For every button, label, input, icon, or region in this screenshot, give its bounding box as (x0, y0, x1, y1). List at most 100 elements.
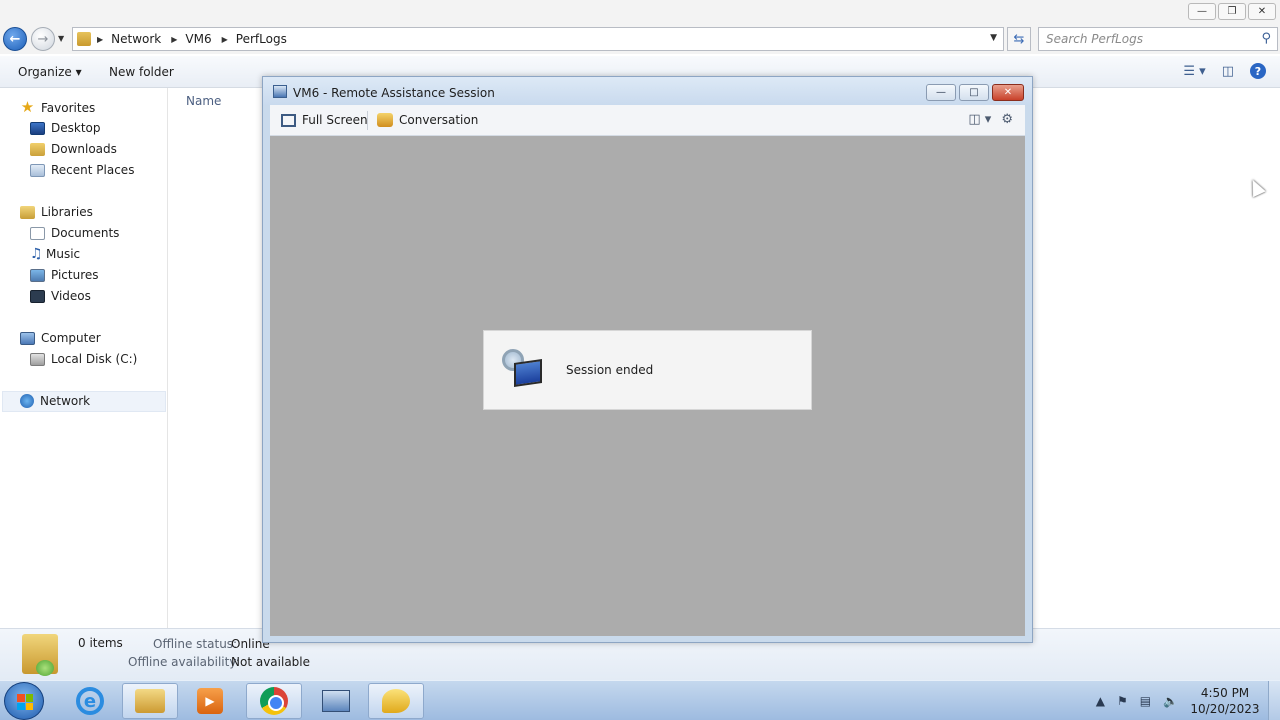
back-button[interactable]: ← (3, 27, 27, 51)
network-folder-icon (22, 634, 58, 676)
full-screen-button[interactable]: Full Screen (281, 113, 368, 127)
documents-icon (30, 226, 45, 240)
address-box[interactable]: ▶ Network ▶ VM6 ▶ PerfLogs ▼ (72, 27, 1004, 51)
nav-item-local-disk[interactable]: Local Disk (C:) (30, 352, 137, 366)
breadcrumb-perflogs[interactable]: PerfLogs (236, 32, 287, 46)
taskbar-remote-desktop[interactable] (308, 683, 364, 719)
taskbar-internet-explorer[interactable]: e (62, 683, 118, 719)
conversation-label: Conversation (399, 113, 479, 127)
pictures-icon (30, 268, 45, 282)
close-button[interactable]: ✕ (1248, 3, 1276, 20)
display-options-icon[interactable]: ◫ ▾ (968, 112, 991, 127)
preview-pane-icon[interactable]: ◫ (1222, 64, 1234, 79)
offline-availability-label: Offline availability: (128, 655, 240, 669)
nav-item-recent-places[interactable]: Recent Places (30, 163, 134, 177)
ra-maximize-button[interactable]: □ (959, 84, 989, 101)
remote-desktop-view[interactable]: Session ended (270, 136, 1025, 636)
restore-button[interactable]: ❐ (1218, 3, 1246, 20)
nav-network[interactable]: Network (20, 394, 90, 408)
forward-arrow-icon: → (37, 31, 49, 47)
nav-item-music[interactable]: ♫ Music (30, 245, 81, 262)
search-box[interactable]: ⚲ (1038, 27, 1278, 51)
nav-computer[interactable]: Computer (20, 331, 101, 345)
music-icon: ♫ (30, 245, 43, 262)
ra-close-button[interactable]: ✕ (992, 84, 1024, 101)
network-status-icon[interactable]: ▤ (1140, 694, 1151, 708)
ra-toolbar: Full Screen Conversation ◫ ▾ ⚙ (270, 105, 1025, 136)
taskbar-chrome[interactable] (246, 683, 302, 719)
ra-toolbar-right: ◫ ▾ ⚙ (968, 112, 1013, 127)
remote-assistance-session-icon (502, 349, 544, 391)
libraries-icon (20, 205, 35, 219)
folder-icon (135, 689, 165, 713)
nav-item-label: Documents (51, 226, 120, 240)
breadcrumb-network[interactable]: Network (111, 32, 161, 46)
taskbar-remote-assistance[interactable] (368, 683, 424, 719)
conversation-button[interactable]: Conversation (377, 113, 478, 127)
chevron-right-icon[interactable]: ▶ (97, 35, 103, 44)
chevron-right-icon[interactable]: ▶ (222, 35, 228, 44)
forward-button[interactable]: → (31, 27, 55, 51)
nav-item-label: Music (46, 247, 81, 261)
remote-assistance-icon (273, 85, 287, 98)
folder-icon (77, 32, 91, 46)
full-screen-icon (281, 113, 296, 127)
explorer-titlebar: — ❐ ✕ (0, 0, 1280, 24)
show-hidden-icons-icon[interactable]: ▲ (1096, 694, 1105, 708)
taskbar-media-player[interactable]: ▶ (182, 683, 238, 719)
search-input[interactable] (1046, 32, 1246, 46)
refresh-button[interactable]: ⇆ (1007, 27, 1031, 51)
start-button[interactable] (4, 682, 44, 720)
computer-icon (20, 331, 35, 345)
organize-menu[interactable]: Organize ▾ (18, 65, 82, 79)
nav-item-desktop[interactable]: Desktop (30, 121, 101, 135)
recent-pages-dropdown[interactable]: ▼ (58, 34, 64, 43)
nav-favorites[interactable]: ★ Favorites (20, 100, 95, 115)
refresh-icon: ⇆ (1013, 31, 1025, 47)
action-center-icon[interactable]: ⚑ (1117, 694, 1128, 708)
toolbar-divider (367, 111, 368, 130)
nav-computer-label: Computer (41, 331, 101, 345)
chevron-right-icon[interactable]: ▶ (171, 35, 177, 44)
ra-minimize-button[interactable]: — (926, 84, 956, 101)
minimize-button[interactable]: — (1188, 3, 1216, 20)
nav-libraries[interactable]: Libraries (20, 205, 93, 219)
full-screen-label: Full Screen (302, 113, 368, 127)
nav-item-pictures[interactable]: Pictures (30, 268, 99, 282)
desktop-icon (30, 121, 45, 135)
remote-assistance-window: VM6 - Remote Assistance Session — □ ✕ Fu… (262, 76, 1033, 643)
clock[interactable]: 4:50 PM 10/20/2023 (1190, 685, 1260, 717)
window-title: VM6 - Remote Assistance Session (293, 86, 495, 100)
ra-caption-buttons: — □ ✕ (926, 84, 1024, 101)
nav-item-videos[interactable]: Videos (30, 289, 91, 303)
volume-muted-icon[interactable]: 🔈 (1163, 694, 1178, 708)
conversation-icon (377, 113, 393, 127)
address-dropdown-icon[interactable]: ▼ (990, 33, 997, 43)
view-tools: ☰ ▾ ◫ ? (1183, 63, 1266, 79)
breadcrumb-vm6[interactable]: VM6 (185, 32, 211, 46)
show-desktop-button[interactable] (1268, 681, 1280, 720)
settings-icon[interactable]: ⚙ (1001, 112, 1013, 127)
search-icon[interactable]: ⚲ (1261, 31, 1271, 46)
nav-item-documents[interactable]: Documents (30, 226, 119, 240)
chrome-icon (260, 687, 288, 715)
nav-item-label: Local Disk (C:) (51, 352, 138, 366)
windows-logo-icon (17, 694, 33, 710)
items-count: 0 items (78, 636, 123, 650)
column-header-name[interactable]: Name (186, 94, 221, 108)
change-view-icon[interactable]: ☰ ▾ (1183, 64, 1205, 79)
help-icon[interactable]: ? (1250, 63, 1266, 79)
nav-item-downloads[interactable]: Downloads (30, 142, 117, 156)
navigation-pane: ★ Favorites Desktop Downloads Recent Pla… (0, 88, 168, 628)
network-icon (20, 394, 34, 408)
explorer-caption-buttons: — ❐ ✕ (1188, 3, 1276, 20)
new-folder-button[interactable]: New folder (109, 65, 174, 79)
taskbar-windows-explorer[interactable] (122, 683, 178, 719)
offline-availability-value: Not available (231, 655, 311, 669)
nav-item-label: Desktop (51, 121, 101, 135)
taskbar: e ▶ ▲ ⚑ ▤ 🔈 4:50 PM 10/20/2023 (0, 680, 1280, 720)
clock-time: 4:50 PM (1200, 686, 1250, 700)
remote-assistance-titlebar[interactable]: VM6 - Remote Assistance Session — □ ✕ (263, 77, 1032, 105)
downloads-icon (30, 142, 45, 156)
nav-network-label: Network (40, 394, 91, 408)
